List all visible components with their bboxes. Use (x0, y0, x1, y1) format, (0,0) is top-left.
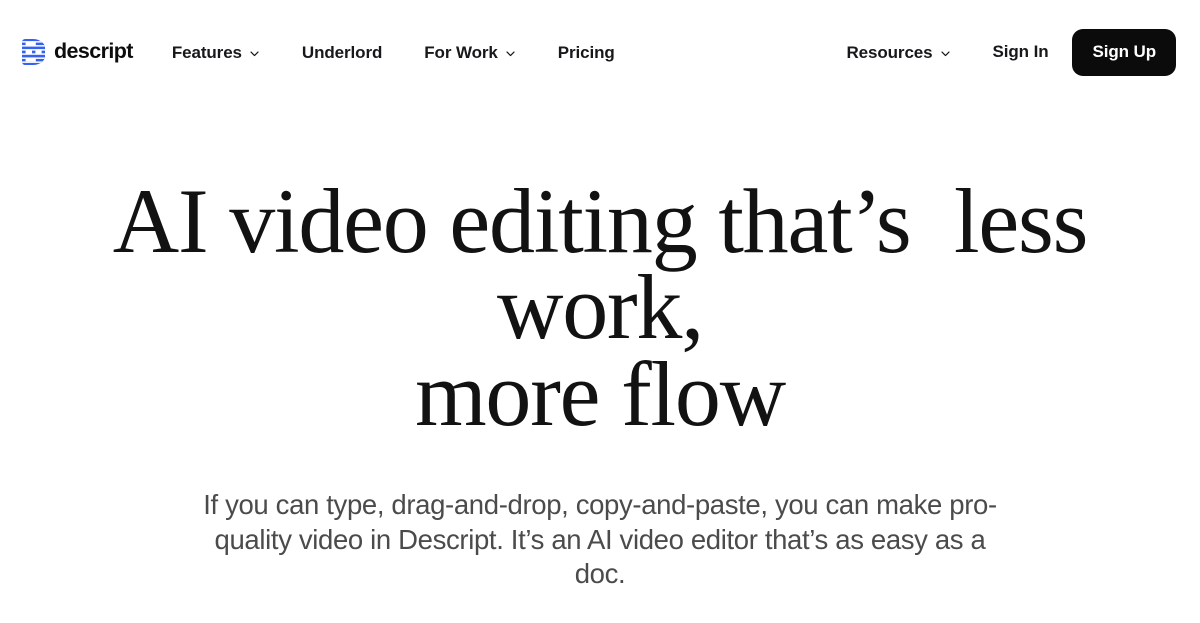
nav-item-resources-label: Resources (846, 42, 933, 62)
nav-item-features[interactable]: Features (172, 34, 260, 71)
site-header: descript Features Underlord For Work Pri… (0, 0, 1200, 104)
nav-item-pricing[interactable]: Pricing (558, 34, 615, 71)
brand-wordmark: descript (54, 39, 133, 64)
nav-item-for-work-label: For Work (424, 42, 498, 62)
sign-up-button[interactable]: Sign Up (1072, 28, 1176, 76)
nav-item-resources[interactable]: Resources (846, 34, 950, 71)
hero-headline: AI video editing that’s less work, more … (112, 170, 1089, 445)
hero-section: AI video editing that’s less work, more … (0, 104, 1200, 623)
sign-in-link[interactable]: Sign In (993, 42, 1049, 62)
nav-item-underlord[interactable]: Underlord (302, 34, 382, 71)
chevron-down-icon (506, 50, 515, 56)
chevron-down-icon (250, 50, 259, 56)
brand-logo-link[interactable]: descript (22, 39, 133, 65)
descript-waveform-logo-icon (22, 39, 45, 65)
nav-item-underlord-label: Underlord (301, 42, 383, 62)
secondary-navigation: Resources Sign In Sign Up (825, 28, 1176, 76)
nav-item-features-label: Features (171, 42, 242, 62)
hero-subheadline: If you can type, drag-and-drop, copy-and… (203, 489, 997, 590)
chevron-down-icon (940, 50, 950, 56)
nav-item-for-work[interactable]: For Work (424, 34, 516, 71)
nav-item-pricing-label: Pricing (557, 42, 615, 62)
primary-navigation: Features Underlord For Work Pricing (163, 34, 636, 71)
